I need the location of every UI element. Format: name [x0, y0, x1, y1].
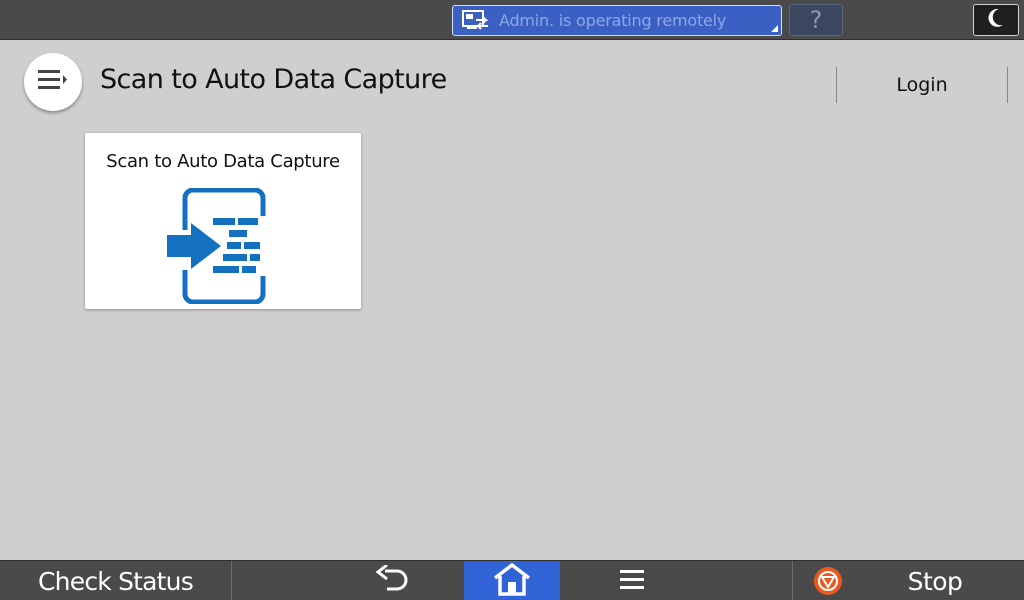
expand-corner-icon [771, 25, 778, 32]
app-list-button[interactable] [602, 561, 662, 600]
list-icon [618, 568, 646, 594]
divider [792, 561, 793, 600]
menu-icon [36, 68, 70, 96]
remote-operation-status[interactable]: Admin. is operating remotely [452, 5, 782, 36]
stop-icon[interactable] [813, 566, 843, 596]
stop-button[interactable]: Stop [880, 561, 990, 600]
back-arrow-icon [375, 563, 409, 597]
page-title: Scan to Auto Data Capture [100, 64, 447, 95]
scan-to-data-capture-icon [165, 187, 281, 305]
divider [1007, 67, 1008, 103]
app-menu-button[interactable] [24, 53, 82, 111]
scan-to-auto-data-capture-tile[interactable]: Scan to Auto Data Capture [85, 133, 361, 309]
moon-icon [986, 7, 1006, 33]
remote-operation-icon [453, 6, 499, 35]
home-icon [492, 562, 532, 600]
back-button[interactable] [362, 561, 422, 600]
bottom-navigation-bar: Check Status Stop [0, 560, 1024, 600]
energy-saver-button[interactable] [973, 4, 1019, 36]
divider [231, 561, 232, 600]
remote-operation-text: Admin. is operating remotely [499, 11, 727, 30]
login-button[interactable]: Login [837, 67, 1007, 103]
home-button[interactable] [464, 561, 560, 600]
check-status-button[interactable]: Check Status [0, 561, 231, 600]
help-button[interactable]: ? [789, 4, 843, 36]
tile-label: Scan to Auto Data Capture [106, 151, 340, 172]
top-status-bar: Admin. is operating remotely ? [0, 0, 1024, 40]
